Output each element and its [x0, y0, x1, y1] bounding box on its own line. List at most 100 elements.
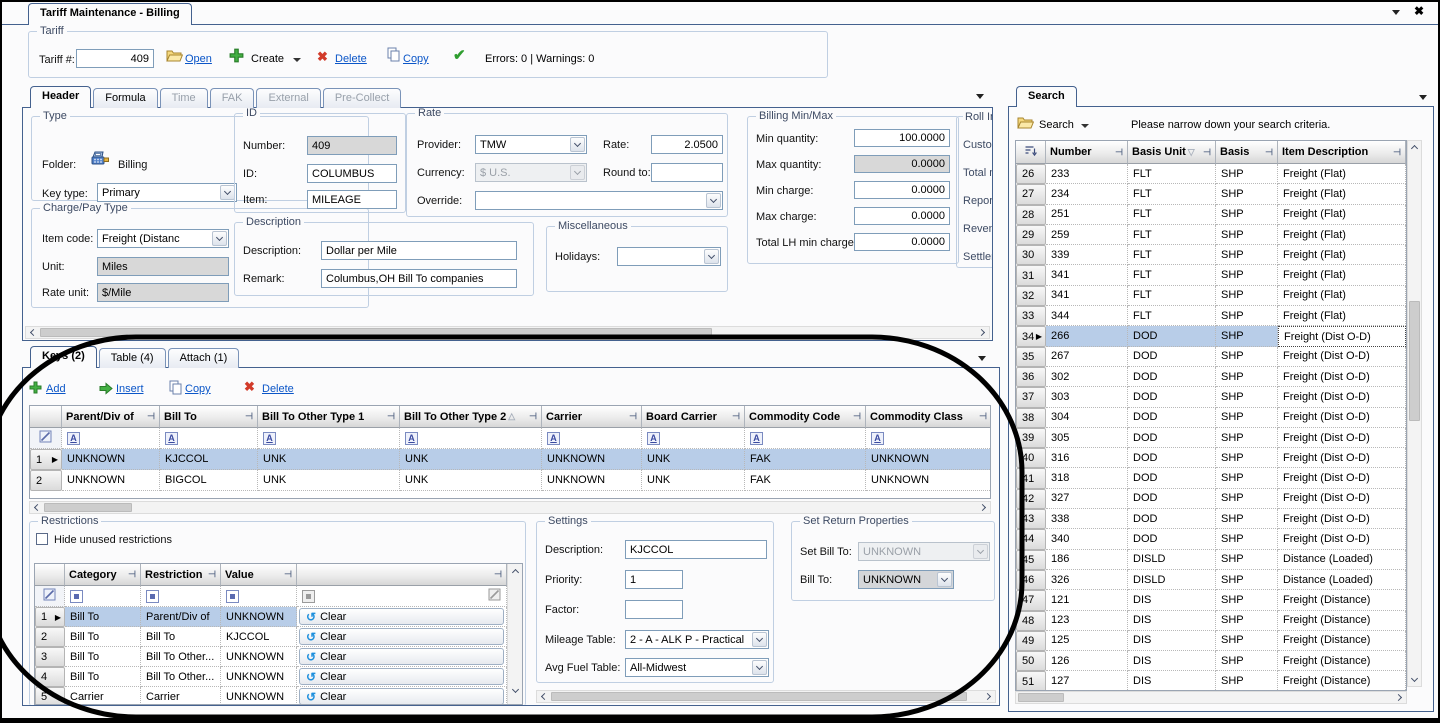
hscroll-thumb[interactable]	[551, 692, 967, 701]
customize-columns-icon[interactable]	[1024, 145, 1038, 160]
search-result-row[interactable]: 38304DODSHPFreight (Dist O-D)	[1016, 408, 1406, 428]
pin-column-icon[interactable]: ⊣	[730, 411, 740, 422]
row-header[interactable]: 1▶	[30, 449, 62, 470]
value-cell[interactable]: UNKNOWN	[221, 687, 297, 705]
restriction-cell[interactable]: Parent/Div of	[141, 607, 221, 627]
search-result-row[interactable]: 44340DODSHPFreight (Dist O-D)	[1016, 529, 1406, 549]
basis-unit-cell[interactable]: DIS	[1128, 671, 1216, 691]
chevron-down-icon[interactable]	[706, 193, 721, 208]
text-filter-icon[interactable]: A	[405, 432, 418, 445]
basis-cell[interactable]: SHP	[1216, 671, 1278, 691]
item-description-cell[interactable]: Freight (Dist O-D)	[1278, 468, 1406, 488]
number-cell[interactable]: 341	[1046, 286, 1128, 306]
search-result-row[interactable]: 26233FLTSHPFreight (Flat)	[1016, 164, 1406, 184]
number-cell[interactable]: 318	[1046, 468, 1128, 488]
keys-grid-row[interactable]: 2UNKNOWNBIGCOLUNKUNKUNKNOWNUNKFAKUNKNOWN	[30, 470, 990, 491]
row-header[interactable]: 40	[1016, 448, 1046, 468]
basis-cell[interactable]: SHP	[1216, 286, 1278, 306]
basis-unit-cell[interactable]: FLT	[1128, 164, 1216, 184]
search-result-row[interactable]: 40316DODSHPFreight (Dist O-D)	[1016, 448, 1406, 468]
search-result-row[interactable]: 48123DISSHPFreight (Distance)	[1016, 611, 1406, 631]
search-result-row[interactable]: 45186DISLDSHPDistance (Loaded)	[1016, 550, 1406, 570]
search-result-row[interactable]: 36302DODSHPFreight (Dist O-D)	[1016, 367, 1406, 387]
number-cell[interactable]: 341	[1046, 265, 1128, 285]
restriction-row[interactable]: 1▶Bill ToParent/Div ofUNKNOWN↺Clear	[35, 607, 522, 627]
rate-input[interactable]: 2.0500	[651, 135, 723, 154]
basis-cell[interactable]: SHP	[1216, 448, 1278, 468]
number-cell[interactable]: 339	[1046, 245, 1128, 265]
search-panel-collapse-icon[interactable]	[1419, 95, 1427, 100]
keys-grid-corner[interactable]	[30, 406, 62, 428]
category-cell[interactable]: Bill To	[65, 607, 141, 627]
value-cell[interactable]: UNKNOWN	[221, 667, 297, 687]
number-cell[interactable]: 186	[1046, 550, 1128, 570]
row-header[interactable]: 44	[1016, 529, 1046, 549]
open-button[interactable]: Open	[185, 53, 212, 65]
row-header[interactable]: 27	[1016, 184, 1046, 204]
basis-unit-cell[interactable]: DISLD	[1128, 570, 1216, 590]
item-description-cell[interactable]: Freight (Flat)	[1278, 184, 1406, 204]
row-header[interactable]: 36	[1016, 367, 1046, 387]
cell[interactable]: UNKNOWN	[866, 449, 991, 470]
value-cell[interactable]: UNKNOWN	[221, 607, 297, 627]
basis-cell[interactable]: SHP	[1216, 347, 1278, 367]
basis-unit-cell[interactable]: FLT	[1128, 286, 1216, 306]
tab-search[interactable]: Search	[1016, 86, 1077, 107]
keys-panel-collapse-icon[interactable]	[978, 356, 986, 361]
id-id-field[interactable]: COLUMBUS	[307, 164, 397, 183]
number-cell[interactable]: 267	[1046, 347, 1128, 367]
number-cell[interactable]: 302	[1046, 367, 1128, 387]
item-description-cell[interactable]: Freight (Flat)	[1278, 225, 1406, 245]
number-cell[interactable]: 338	[1046, 509, 1128, 529]
tab-table-4-[interactable]: Table (4)	[99, 348, 166, 368]
number-cell[interactable]: 316	[1046, 448, 1128, 468]
number-cell[interactable]: 259	[1046, 225, 1128, 245]
cell[interactable]: UNKNOWN	[62, 449, 160, 470]
clear-button[interactable]: ↺Clear	[299, 688, 504, 705]
filter-cell[interactable]: A	[400, 428, 542, 449]
restriction-cell[interactable]: Bill To	[141, 627, 221, 647]
item-description-cell[interactable]: Freight (Distance)	[1278, 651, 1406, 671]
item-code-dropdown[interactable]: Freight (Distanc	[97, 229, 229, 248]
filter-cell[interactable]: A	[866, 428, 991, 449]
number-cell[interactable]: 266	[1046, 326, 1128, 346]
override-dropdown[interactable]	[475, 191, 723, 210]
tab-formula[interactable]: Formula	[93, 88, 157, 108]
item-description-cell[interactable]: Freight (Flat)	[1278, 245, 1406, 265]
cell[interactable]: UNK	[258, 470, 400, 491]
item-description-cell[interactable]: Freight (Flat)	[1278, 265, 1406, 285]
basis-unit-cell[interactable]: DOD	[1128, 529, 1216, 549]
pin-column-icon[interactable]: ⊣	[385, 411, 395, 422]
tab-fak[interactable]: FAK	[210, 88, 255, 108]
basis-cell[interactable]: SHP	[1216, 387, 1278, 407]
category-cell[interactable]: Bill To	[65, 647, 141, 667]
item-description-cell[interactable]: Freight (Dist O-D)	[1278, 367, 1406, 387]
search-result-row[interactable]: 29259FLTSHPFreight (Flat)	[1016, 225, 1406, 245]
item-description-cell[interactable]: Freight (Dist O-D)	[1278, 408, 1406, 428]
restriction-cell[interactable]: Bill To Other...	[141, 667, 221, 687]
settings-description-field[interactable]: KJCCOL	[625, 540, 767, 559]
row-header[interactable]: 39	[1016, 428, 1046, 448]
cell[interactable]: UNK	[642, 449, 745, 470]
chevron-down-icon[interactable]	[937, 572, 952, 587]
search-button[interactable]: Search	[1039, 119, 1074, 131]
pin-column-icon[interactable]: ⊣	[1113, 147, 1123, 158]
number-cell[interactable]: 251	[1046, 205, 1128, 225]
header-hscrollbar[interactable]	[25, 326, 990, 339]
scroll-up-icon[interactable]	[508, 565, 522, 578]
cell[interactable]: FAK	[745, 449, 866, 470]
settings-hscrollbar[interactable]	[536, 690, 996, 703]
keys-hscrollbar[interactable]	[29, 501, 991, 514]
row-header[interactable]: 49	[1016, 631, 1046, 651]
clear-filter-icon[interactable]	[39, 430, 52, 446]
item-description-cell[interactable]: Freight (Dist O-D)	[1278, 489, 1406, 509]
basis-unit-cell[interactable]: DIS	[1128, 651, 1216, 671]
checkbox-filter-icon[interactable]	[226, 590, 239, 603]
item-description-cell[interactable]: Freight (Dist O-D)	[1278, 448, 1406, 468]
search-grid-corner[interactable]	[1016, 141, 1046, 164]
scroll-right-icon[interactable]	[982, 691, 995, 702]
category-cell[interactable]: Bill To	[65, 627, 141, 647]
row-header[interactable]: 51	[1016, 671, 1046, 691]
item-description-cell[interactable]: Freight (Flat)	[1278, 164, 1406, 184]
search-hscrollbar[interactable]	[1015, 691, 1407, 704]
